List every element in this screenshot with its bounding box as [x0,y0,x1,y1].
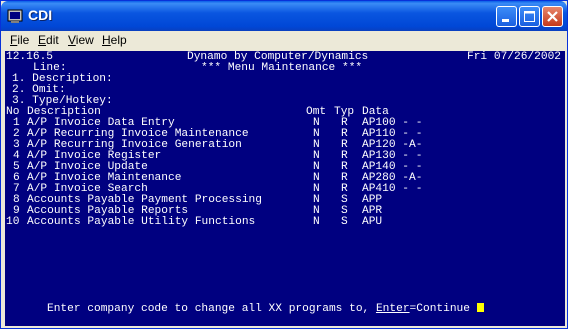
cdi-app-icon[interactable] [7,8,23,24]
row-description: Accounts Payable Utility Functions [27,216,256,228]
prompt-text: Enter company code to change all XX prog… [47,303,376,315]
minimize-button[interactable] [496,6,517,27]
enter-key-label[interactable]: Enter [376,303,410,315]
screen-title: *** Menu Maintenance *** [201,62,363,74]
menu-edit[interactable]: Edit [38,33,59,47]
prompt-line: Enter company code to change all XX prog… [47,303,484,315]
menu-file[interactable]: File [10,33,29,47]
text-cursor[interactable] [476,303,484,312]
menu-bar: File Edit View Help [4,31,564,50]
maximize-button[interactable] [519,6,540,27]
title-bar[interactable]: CDI [1,1,567,31]
minimize-icon [502,19,509,22]
maximize-icon [524,11,535,22]
menu-view[interactable]: View [68,33,94,47]
menu-help[interactable]: Help [102,33,127,47]
row-omit: N [313,216,320,228]
date-label: Fri 07/26/2002 [467,51,561,63]
terminal-screen[interactable]: 12.16.5 Dynamo by Computer/Dynamics Fri … [5,51,565,326]
prompt-action: =Continue [409,303,470,315]
close-icon [547,11,558,22]
window-title: CDI [28,7,53,23]
close-button[interactable] [542,6,563,27]
row-type: S [341,216,348,228]
cdi-window: CDI File Edit View Help 12.16.5 Dynamo b… [0,0,568,329]
row-no: 10 [6,216,20,228]
row-data: APU [362,216,383,228]
